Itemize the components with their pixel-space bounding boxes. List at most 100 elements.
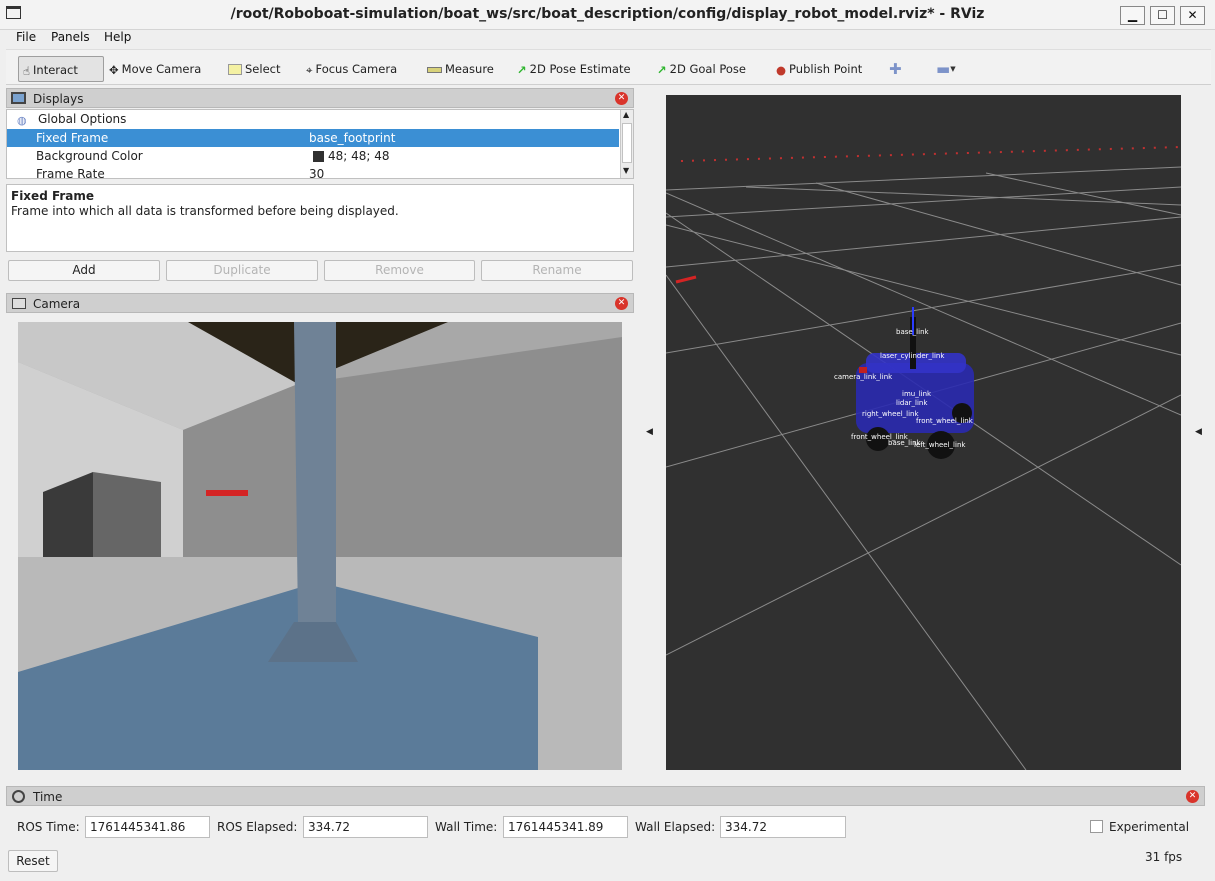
hand-pointer-icon: ☝ [23, 63, 31, 78]
focus-camera-label: Focus Camera [315, 62, 398, 76]
tree-row-background-color[interactable]: Background Color 48; 48; 48 [7, 147, 619, 165]
wall-elapsed-field[interactable]: 334.72 [720, 816, 846, 838]
color-swatch [313, 151, 324, 162]
publish-point-tool-button[interactable]: ● Publish Point [776, 56, 862, 82]
scroll-thumb[interactable] [622, 123, 632, 163]
tf-frame-label: base_link [896, 328, 929, 336]
close-icon[interactable]: ✕ [615, 92, 628, 105]
move-camera-tool-button[interactable]: ✥ Move Camera [109, 56, 201, 82]
focus-camera-icon: ⌖ [306, 62, 313, 77]
green-arrow-icon: ↗ [517, 62, 527, 77]
ros-time-label: ROS Time: [17, 820, 80, 834]
add-tool-button[interactable]: ✚ [889, 56, 902, 82]
tf-frame-label: front_wheel_link [916, 417, 973, 425]
menu-file[interactable]: File [16, 30, 36, 44]
menu-help[interactable]: Help [104, 30, 131, 44]
measure-tool-button[interactable]: Measure [427, 56, 494, 82]
tf-frame-label: lidar_link [896, 399, 928, 407]
description-title: Fixed Frame [11, 189, 95, 203]
interact-label: Interact [33, 63, 78, 77]
goal-pose-tool-button[interactable]: ↗ 2D Goal Pose [657, 56, 746, 82]
scroll-down-icon[interactable]: ▼ [623, 166, 629, 175]
measure-label: Measure [445, 62, 494, 76]
maximize-button[interactable]: ☐ [1150, 6, 1175, 25]
camera-panel-header: Camera ✕ [6, 293, 634, 313]
tf-frame-label: left_wheel_link [914, 441, 966, 449]
experimental-checkbox[interactable] [1090, 820, 1103, 833]
pose-estimate-label: 2D Pose Estimate [529, 62, 631, 76]
tree-row-name: Global Options [38, 112, 127, 126]
ros-time-field[interactable]: 1761445341.86 [85, 816, 210, 838]
ros-elapsed-field[interactable]: 334.72 [303, 816, 428, 838]
close-icon[interactable]: ✕ [1186, 790, 1199, 803]
chevron-down-icon: ▼ [950, 65, 956, 73]
collapse-right-icon[interactable]: ◀ [1195, 427, 1202, 437]
displays-tree: ◍ Global Options Fixed Frame base_footpr… [6, 109, 634, 179]
window-titlebar: /root/Roboboat-simulation/boat_ws/src/bo… [0, 0, 1215, 30]
tool-bar: ☝ Interact ✥ Move Camera Select ⌖ Focus Cam… [6, 49, 1211, 85]
plus-icon: ✚ [889, 60, 902, 78]
map-pin-icon: ● [776, 62, 787, 77]
globe-icon: ◍ [17, 114, 27, 127]
tree-row-frame-rate[interactable]: Frame Rate 30 [7, 165, 619, 179]
add-display-button[interactable]: Add [8, 260, 160, 281]
camera-panel-title: Camera [33, 297, 81, 311]
property-description: Fixed Frame Frame into which all data is… [6, 184, 634, 252]
minimize-button[interactable]: ▁ [1120, 6, 1145, 25]
menu-panels[interactable]: Panels [51, 30, 90, 44]
tree-scrollbar[interactable]: ▲ ▼ [620, 110, 633, 178]
ruler-icon [427, 66, 442, 73]
select-tool-button[interactable]: Select [228, 56, 280, 82]
minus-icon: ▬ [936, 60, 951, 78]
wall-time-field[interactable]: 1761445341.89 [503, 816, 628, 838]
move-camera-label: Move Camera [121, 62, 202, 76]
pose-estimate-tool-button[interactable]: ↗ 2D Pose Estimate [517, 56, 631, 82]
ros-elapsed-label: ROS Elapsed: [217, 820, 298, 834]
tree-row-name: Background Color [36, 149, 143, 163]
close-icon[interactable]: ✕ [615, 297, 628, 310]
experimental-label: Experimental [1109, 820, 1190, 834]
robot-model [675, 275, 974, 459]
collapse-left-icon[interactable]: ◀ [646, 427, 653, 437]
tf-frame-label: laser_cylinder_link [880, 352, 945, 360]
tree-row-name: Frame Rate [36, 167, 105, 179]
remove-tool-button[interactable]: ▬▼ [936, 56, 956, 82]
clock-icon [12, 790, 25, 803]
fps-indicator: 31 fps [1145, 850, 1183, 864]
publish-point-label: Publish Point [789, 62, 863, 76]
monitor-icon [11, 92, 26, 104]
window-title: /root/Roboboat-simulation/boat_ws/src/bo… [230, 6, 985, 22]
time-panel-title: Time [33, 790, 63, 804]
green-arrow-icon: ↗ [657, 62, 667, 77]
remove-display-button[interactable]: Remove [324, 260, 475, 281]
3d-render-view[interactable]: base_link laser_cylinder_link camera_link_… [666, 95, 1181, 770]
wall-elapsed-label: Wall Elapsed: [635, 820, 716, 834]
tf-frame-label: imu_link [902, 390, 932, 398]
focus-camera-tool-button[interactable]: ⌖ Focus Camera [306, 56, 397, 82]
goal-pose-label: 2D Goal Pose [669, 62, 746, 76]
tree-row-global-options[interactable]: ◍ Global Options [7, 110, 619, 128]
displays-panel-title: Displays [33, 92, 84, 106]
reset-button[interactable]: Reset [8, 850, 58, 872]
interact-tool-button[interactable]: ☝ Interact [18, 56, 104, 82]
tree-row-name: Fixed Frame [36, 131, 109, 145]
camera-image-view[interactable] [18, 322, 622, 770]
background-color-value[interactable]: 48; 48; 48 [328, 147, 390, 165]
fixed-frame-value[interactable]: base_footprint [309, 129, 395, 147]
camera-scene [18, 322, 622, 770]
rename-display-button[interactable]: Rename [481, 260, 633, 281]
close-window-button[interactable]: ✕ [1180, 6, 1205, 25]
select-label: Select [245, 62, 281, 76]
tf-frame-label: right_wheel_link [862, 410, 919, 418]
menu-bar: File Panels Help [0, 30, 1215, 48]
duplicate-display-button[interactable]: Duplicate [166, 260, 318, 281]
camera-icon [12, 298, 26, 309]
move-camera-icon: ✥ [109, 62, 119, 77]
wall-time-label: Wall Time: [435, 820, 498, 834]
select-icon [228, 64, 242, 75]
frame-rate-value[interactable]: 30 [309, 165, 324, 178]
tree-row-fixed-frame[interactable]: Fixed Frame base_footprint [7, 129, 619, 147]
tf-frame-label: camera_link_link [834, 373, 893, 381]
displays-panel-header: Displays ✕ [6, 88, 634, 108]
scroll-up-icon[interactable]: ▲ [623, 110, 629, 119]
